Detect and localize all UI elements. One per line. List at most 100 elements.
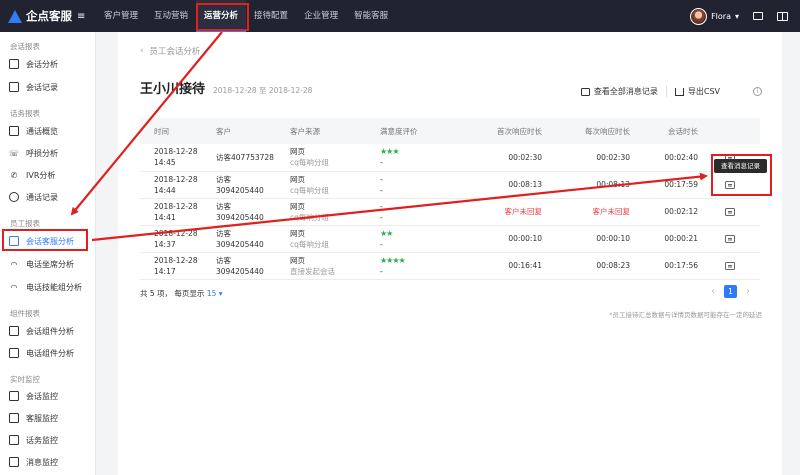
info-icon[interactable]: i [753,87,762,96]
sidebar-item-session-monitor[interactable]: 会话监控 [0,386,96,406]
column-header: 客户 [202,118,276,144]
nav-item-enterprise[interactable]: 企业管理 [296,0,346,32]
sidebar-item-ivr[interactable]: ✆ IVR分析 [0,165,96,185]
customer-cell: 访客3094205440 [202,171,276,199]
app-logo[interactable]: 企点客服 ≡ [0,0,96,32]
view-all-label: 查看全部消息记录 [593,87,658,96]
view-messages-icon[interactable] [725,235,735,243]
page-number-button[interactable]: 1 [724,285,737,298]
message-icon [9,82,19,92]
sidebar-item-label: 电话技能组分析 [26,282,82,292]
back-chevron-icon[interactable]: ‹ [140,46,143,56]
rating-sub-text: - [380,212,383,222]
column-header: 会话时长 [632,118,700,144]
duration-cell: 00:17:59 [632,171,700,199]
sidebar-item-call-records[interactable]: 通话记录 [0,187,96,207]
sidebar-item-label: IVR分析 [26,170,56,180]
source-cell: 网页 cq每响分组 [276,225,366,253]
monitor-call-icon [9,435,19,445]
sidebar-item-label: 呼损分析 [26,148,58,158]
nav-item-customers[interactable]: 客户管理 [96,0,146,32]
sidebar-item-session-analysis[interactable]: 会话分析 [0,54,96,74]
sidebar-item-phone-seat-analysis[interactable]: ◠ 电话坐席分析 [0,254,96,274]
monitor-chat-icon [9,391,19,401]
next-page-icon[interactable]: › [743,286,753,297]
duration-cell: 00:00:21 [632,225,700,253]
page-title: 王小川接待 2018-12-28 至 2018-12-28 [140,78,312,97]
customer-cell: 访客407753728 [202,144,276,172]
rating-sub-text: - [380,158,383,168]
source-text: 网页 [290,201,305,211]
table-row: 2018-12-28 14:37 访客3094205440 网页 cq每响分组 ★★… [140,225,760,253]
widget-phone-icon [9,348,19,358]
nav-item-marketing[interactable]: 互动营销 [146,0,196,32]
sidebar-item-session-records[interactable]: 会话记录 [0,77,96,97]
sidebar-item-message-monitor[interactable]: 消息监控 [0,452,96,472]
topbar-right: Flora ▾ [690,0,788,32]
user-menu[interactable]: Flora ▾ [690,7,739,25]
customer-cell: 访客3094205440 [202,225,276,253]
data-delay-note: *员工接待汇总数据与详情页数据可能存在一定的延迟 [609,311,762,319]
sidebar-item-call-monitor[interactable]: 话务监控 [0,430,96,450]
total-count-text: 共 5 项， 每页显示 [140,289,207,298]
customer-cell: 访客3094205440 [202,198,276,226]
view-messages-icon[interactable] [725,208,735,216]
source-text: 网页 [290,255,305,265]
sidebar-item-phone-widget[interactable]: 电话组件分析 [0,343,96,363]
each-response-cell: 00:08:23 [544,252,632,280]
nav-item-reception[interactable]: 接待配置 [246,0,296,32]
action-cell [700,225,760,253]
breadcrumb[interactable]: ‹ 员工会话分析 [140,45,200,57]
menu-toggle-icon[interactable]: ≡ [77,11,85,22]
duration-cell: 00:02:12 [632,198,700,226]
time-cell: 2018-12-28 14:45 [140,144,202,172]
column-header: 时间 [140,118,202,144]
grid-icon [9,126,19,136]
sidebar-section-title: 会话报表 [10,42,40,51]
export-csv-button[interactable]: 导出CSV [665,86,728,97]
export-label: 导出CSV [687,87,720,96]
prev-page-icon[interactable]: ‹ [708,286,718,297]
first-response-cell: 00:00:10 [456,225,544,253]
view-all-messages-button[interactable]: 查看全部消息记录 [573,86,666,97]
rating-cell: ★★★★ - [366,252,456,280]
pagination-summary: 共 5 项， 每页显示 15 ▾ [140,288,223,299]
mail-icon[interactable] [753,12,763,20]
sidebar-item-label: 会话分析 [26,59,58,69]
table-row: 2018-12-28 14:45 访客407753728 网页 cq每响分组 ★★★… [140,144,760,172]
customer-cell: 访客3094205440 [202,252,276,280]
clock-icon [9,192,19,202]
sidebar-item-label: 客服监控 [26,413,58,423]
rating-sub-text: - [380,239,383,249]
first-response-cell: 客户未回复 [456,198,544,226]
sidebar-highlight-box [2,229,88,251]
table-row: 2018-12-28 14:44 访客3094205440 网页 cq每响分组 --… [140,171,760,199]
page-size-select[interactable]: 15 ▾ [207,289,223,298]
rating-cell: ★★ - [366,225,456,253]
time-cell: 2018-12-28 14:41 [140,198,202,226]
time-text: 14:17 [154,266,176,276]
nav-item-smart-service[interactable]: 智能客服 [346,0,396,32]
book-icon[interactable] [777,11,788,21]
date-text: 2018-12-28 [154,147,198,157]
date-text: 2018-12-28 [154,174,198,184]
sidebar-item-call-loss[interactable]: ☏ 呼损分析 [0,143,96,163]
sidebar-item-agent-monitor[interactable]: 客服监控 [0,408,96,428]
table-row: 2018-12-28 14:41 访客3094205440 网页 cq每响分组 --… [140,198,760,226]
view-messages-icon[interactable] [725,262,735,270]
breadcrumb-label[interactable]: 员工会话分析 [149,45,200,57]
sidebar-item-label: 话务监控 [26,435,58,445]
rating-cell: -- [366,171,456,199]
action-cell [700,252,760,280]
sidebar-item-label: 电话坐席分析 [26,259,74,269]
source-sub-text: 直接发起会话 [290,266,335,276]
nav-highlight-box [196,3,249,31]
source-cell: 网页 cq每响分组 [276,171,366,199]
first-response-cell: 00:08:13 [456,171,544,199]
sidebar-section-title: 话务报表 [10,109,40,118]
star-rating: ★★★ [380,147,400,157]
sidebar-item-session-widget[interactable]: 会话组件分析 [0,321,96,341]
each-response-cell: 00:02:30 [544,144,632,172]
sidebar-item-call-overview[interactable]: 通话概览 [0,121,96,141]
sidebar-item-phone-skill-group[interactable]: ◠ 电话技能组分析 [0,277,96,297]
